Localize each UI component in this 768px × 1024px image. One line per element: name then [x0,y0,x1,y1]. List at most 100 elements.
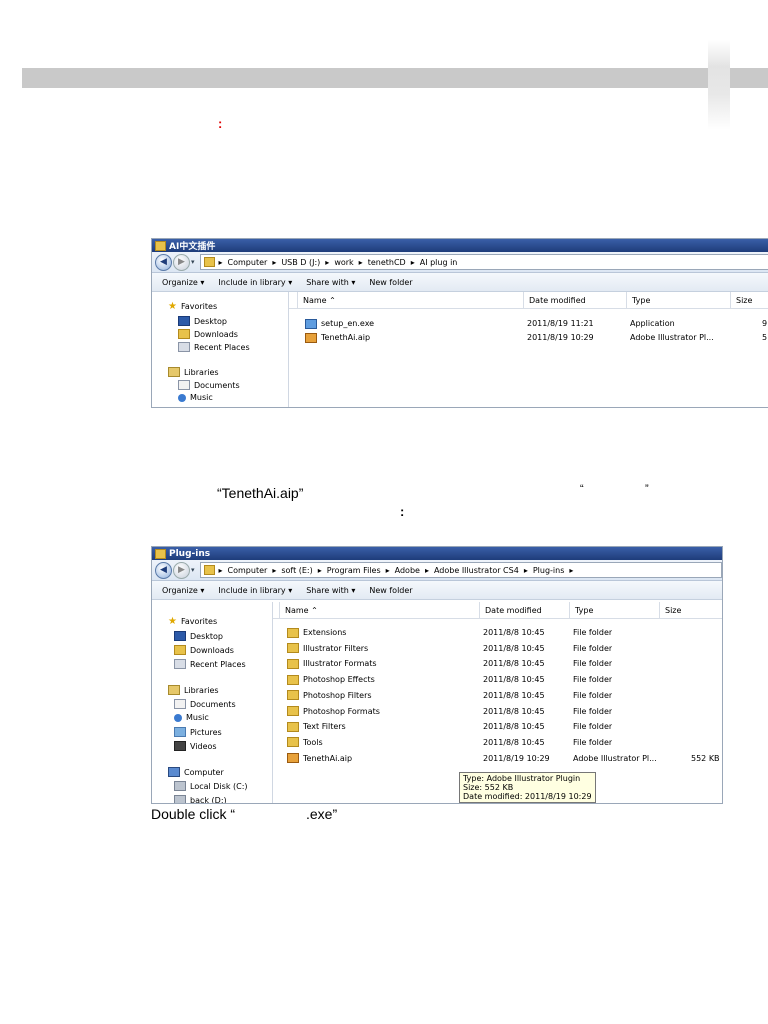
file-list: Name ⌃ Date modified Type Size setup_en.… [289,292,768,407]
file-row[interactable]: Illustrator Filters 2011/8/8 10:45 File fo… [273,641,722,656]
instruction-double-click: Double click “ [151,806,236,822]
file-row[interactable]: TenethAi.aip 2011/8/19 10:29 Adobe Illus… [289,330,768,345]
star-icon: ★ [168,615,177,627]
recent-places-icon [178,342,190,352]
column-type[interactable]: Type [569,602,659,618]
nav-recent-places[interactable]: Recent Places [178,342,250,352]
nav-computer[interactable]: Computer [168,767,224,777]
videos-icon [174,741,186,751]
libraries-icon [168,685,180,695]
command-toolbar: Organize ▾ Include in library ▾ Share wi… [152,273,768,292]
column-date-modified[interactable]: Date modified [523,292,626,308]
include-in-library-button[interactable]: Include in library ▾ [218,586,292,595]
organize-button[interactable]: Organize ▾ [162,586,204,595]
desktop-icon [178,316,190,326]
share-with-button[interactable]: Share with ▾ [306,586,355,595]
nav-libraries[interactable]: Libraries [168,685,219,695]
column-type[interactable]: Type [626,292,730,308]
disk-icon [174,795,186,803]
disk-icon [174,781,186,791]
file-row[interactable]: Extensions 2011/8/8 10:45 File folder [273,625,722,640]
nav-back-d[interactable]: back (D:) [174,795,227,803]
column-date-modified[interactable]: Date modified [479,602,569,618]
nav-documents[interactable]: Documents [174,699,236,709]
file-row[interactable]: TenethAi.aip 2011/8/19 10:29 Adobe Illustr… [273,751,722,766]
share-with-button[interactable]: Share with ▾ [306,278,355,287]
back-button[interactable]: ◀ [155,253,172,271]
nav-music[interactable]: Music [174,713,209,722]
documents-icon [174,699,186,709]
music-icon [178,393,186,402]
instruction-exe-suffix: .exe” [306,806,338,822]
back-button[interactable]: ◀ [155,561,172,579]
breadcrumb-item[interactable]: USB D (J:) [281,258,320,267]
breadcrumb-item[interactable]: Computer [228,258,268,267]
nav-desktop[interactable]: Desktop [174,631,223,641]
window-title: AI中文插件 [169,242,216,252]
instruction-filename: “TenethAi.aip” [217,485,304,501]
nav-libraries[interactable]: Libraries [168,367,219,377]
window-title-bar: AI中文插件 [152,239,768,252]
include-in-library-button[interactable]: Include in library ▾ [218,278,292,287]
breadcrumb-item[interactable]: Program Files [327,566,381,575]
header-bar [22,68,768,88]
file-row[interactable]: Text Filters 2011/8/8 10:45 File folder [273,719,722,734]
nav-downloads[interactable]: Downloads [178,329,238,339]
history-dropdown-icon[interactable]: ▾ [191,258,195,266]
nav-pictures[interactable]: Pictures [174,727,222,737]
nav-videos[interactable]: Videos [174,741,217,751]
column-size[interactable]: Size [659,602,721,618]
explorer-window-ai-plugin: AI中文插件 ◀ ▶ ▾ ▸ Computer ▸ USB D (J:) ▸ wor… [151,238,768,408]
column-name[interactable]: Name ⌃ [279,602,479,618]
breadcrumb-item[interactable]: soft (E:) [281,566,312,575]
breadcrumb-item[interactable]: AI plug in [420,258,458,267]
file-row[interactable]: Illustrator Formats 2011/8/8 10:45 File fo… [273,656,722,671]
header-vertical-accent [708,40,730,130]
folder-icon [287,658,299,669]
address-bar: ◀ ▶ ▾ ▸ Computer ▸ USB D (J:) ▸ work ▸ tene… [152,252,768,273]
organize-button[interactable]: Organize ▾ [162,278,204,287]
libraries-icon [168,367,180,377]
downloads-icon [174,645,186,655]
aip-icon [305,332,317,343]
folder-icon [287,737,299,748]
column-header-row: Name ⌃ Date modified Type Size [289,292,768,309]
column-size[interactable]: Size [730,292,768,308]
new-folder-button[interactable]: New folder [369,278,412,287]
breadcrumb-item[interactable]: work [334,258,353,267]
file-row[interactable]: Photoshop Effects 2011/8/8 10:45 File fold… [273,672,722,687]
folder-icon [155,548,166,559]
nav-documents[interactable]: Documents [178,380,240,390]
forward-button[interactable]: ▶ [173,253,190,271]
address-field[interactable]: ▸ Computer ▸ USB D (J:) ▸ work ▸ tenethCD ▸ … [199,254,768,270]
new-folder-button[interactable]: New folder [369,586,412,595]
instruction-colon: : [400,504,405,519]
nav-downloads[interactable]: Downloads [174,645,234,655]
history-dropdown-icon[interactable]: ▾ [191,566,195,574]
nav-favorites[interactable]: ★ Favorites [168,615,217,627]
file-row[interactable]: Tools 2011/8/8 10:45 File folder [273,735,722,750]
folder-icon [155,240,166,251]
breadcrumb-item[interactable]: Adobe [395,566,420,575]
nav-recent-places[interactable]: Recent Places [174,659,246,669]
breadcrumb-item[interactable]: Adobe Illustrator CS4 [434,566,519,575]
column-name[interactable]: Name ⌃ [297,292,523,308]
file-row[interactable]: Photoshop Formats 2011/8/8 10:45 File fold… [273,704,722,719]
forward-button[interactable]: ▶ [173,561,190,579]
breadcrumb-item[interactable]: tenethCD [368,258,406,267]
breadcrumb-item[interactable]: Plug-ins [533,566,565,575]
nav-favorites[interactable]: ★ Favorites [168,301,217,311]
address-field[interactable]: ▸ Computer ▸ soft (E:) ▸ Program Files ▸ Ad… [199,562,722,578]
nav-music[interactable]: Music [178,393,213,402]
music-icon [174,713,182,722]
file-row[interactable]: Photoshop Filters 2011/8/8 10:45 File fold… [273,688,722,703]
nav-local-disk-c[interactable]: Local Disk (C:) [174,781,248,791]
nav-desktop[interactable]: Desktop [178,316,227,326]
recent-places-icon [174,659,186,669]
folder-icon [287,721,299,732]
breadcrumb-item[interactable]: Computer [228,566,268,575]
folder-icon [287,643,299,654]
file-row[interactable]: setup_en.exe 2011/8/19 11:21 Application… [289,316,768,331]
navigation-pane: ★ Favorites Desktop Downloads Recent Plac… [152,602,273,803]
instruction-quote-open: “ [580,483,584,495]
